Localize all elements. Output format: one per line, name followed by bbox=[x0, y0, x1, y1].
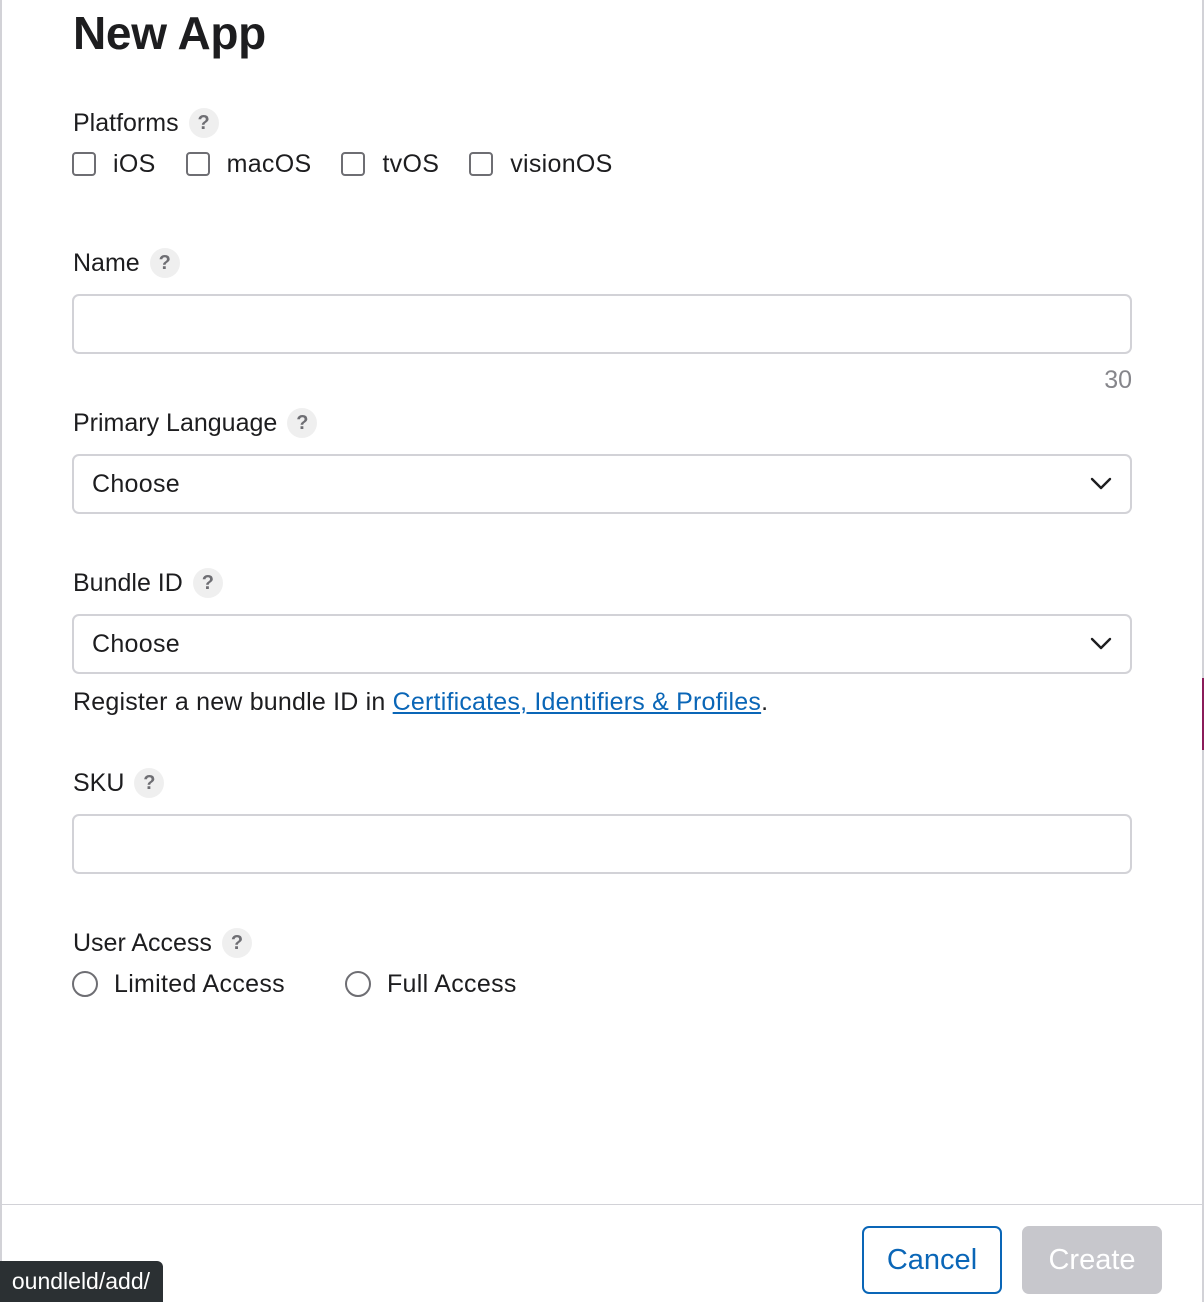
full-access-radio[interactable] bbox=[344, 971, 371, 997]
status-bar-url: oundleld/add/ bbox=[0, 1261, 163, 1302]
primary-language-label: Primary Language bbox=[73, 408, 278, 437]
bundle-id-help-icon[interactable]: ? bbox=[192, 568, 223, 598]
certificates-identifiers-profiles-link[interactable]: Certificates, Identifiers & Profiles bbox=[393, 688, 761, 716]
sku-label: SKU bbox=[73, 768, 125, 797]
new-app-modal: New App Platforms ? iOS macOS tvOS visio… bbox=[2, 0, 1202, 1302]
platform-visionos-label[interactable]: visionOS bbox=[510, 150, 612, 179]
bundle-id-label: Bundle ID bbox=[73, 568, 183, 597]
platform-macos-label[interactable]: macOS bbox=[227, 150, 312, 179]
create-button[interactable]: Create bbox=[1022, 1226, 1162, 1294]
platform-tvos-label[interactable]: tvOS bbox=[382, 150, 439, 179]
full-access-option[interactable]: Full Access bbox=[344, 970, 517, 999]
user-access-radio-group: Limited Access Full Access bbox=[72, 968, 577, 1000]
platform-visionos-option[interactable]: visionOS bbox=[469, 150, 612, 179]
bundle-id-helper-text: Register a new bundle ID in Certificates… bbox=[73, 688, 768, 717]
sku-input[interactable] bbox=[72, 814, 1132, 874]
bundle-id-helper-suffix: . bbox=[761, 688, 769, 716]
sku-help-icon[interactable]: ? bbox=[134, 768, 165, 798]
platform-tvos-option[interactable]: tvOS bbox=[341, 150, 439, 179]
modal-title: New App bbox=[73, 7, 266, 59]
platform-macos-checkbox[interactable] bbox=[185, 152, 210, 176]
bundle-id-select[interactable]: Choose bbox=[72, 614, 1132, 674]
platform-visionos-checkbox[interactable] bbox=[469, 152, 494, 176]
full-access-label[interactable]: Full Access bbox=[387, 970, 517, 999]
name-help-icon[interactable]: ? bbox=[149, 248, 180, 278]
limited-access-option[interactable]: Limited Access bbox=[72, 970, 285, 999]
name-input[interactable] bbox=[72, 294, 1132, 354]
sku-label-row: SKU ? bbox=[73, 768, 165, 798]
platforms-label: Platforms bbox=[73, 108, 179, 137]
limited-access-label[interactable]: Limited Access bbox=[114, 970, 285, 999]
user-access-label-row: User Access ? bbox=[73, 928, 252, 958]
name-label-row: Name ? bbox=[73, 248, 180, 278]
platform-macos-option[interactable]: macOS bbox=[185, 150, 312, 179]
platforms-checkbox-group: iOS macOS tvOS visionOS bbox=[72, 148, 643, 180]
primary-language-help-icon[interactable]: ? bbox=[287, 408, 318, 438]
limited-access-radio[interactable] bbox=[72, 971, 98, 997]
footer-divider bbox=[2, 1204, 1202, 1205]
bundle-id-helper-prefix: Register a new bundle ID in bbox=[73, 688, 393, 716]
platforms-label-row: Platforms ? bbox=[73, 108, 219, 138]
bundle-id-selected-value: Choose bbox=[92, 629, 180, 658]
primary-language-select[interactable]: Choose bbox=[72, 454, 1132, 514]
chevron-down-icon bbox=[1090, 477, 1112, 491]
platform-ios-checkbox[interactable] bbox=[72, 152, 96, 176]
chevron-down-icon bbox=[1090, 637, 1112, 651]
platform-tvos-checkbox[interactable] bbox=[341, 152, 366, 176]
primary-language-label-row: Primary Language ? bbox=[73, 408, 318, 438]
platform-ios-label[interactable]: iOS bbox=[113, 150, 156, 179]
primary-language-selected-value: Choose bbox=[92, 469, 180, 498]
user-access-label: User Access bbox=[73, 928, 212, 957]
bundle-id-label-row: Bundle ID ? bbox=[73, 568, 223, 598]
user-access-help-icon[interactable]: ? bbox=[221, 928, 252, 958]
platforms-help-icon[interactable]: ? bbox=[188, 108, 219, 138]
name-char-counter: 30 bbox=[1104, 366, 1132, 394]
cancel-button[interactable]: Cancel bbox=[862, 1226, 1002, 1294]
platform-ios-option[interactable]: iOS bbox=[72, 150, 156, 179]
name-label: Name bbox=[73, 248, 140, 277]
